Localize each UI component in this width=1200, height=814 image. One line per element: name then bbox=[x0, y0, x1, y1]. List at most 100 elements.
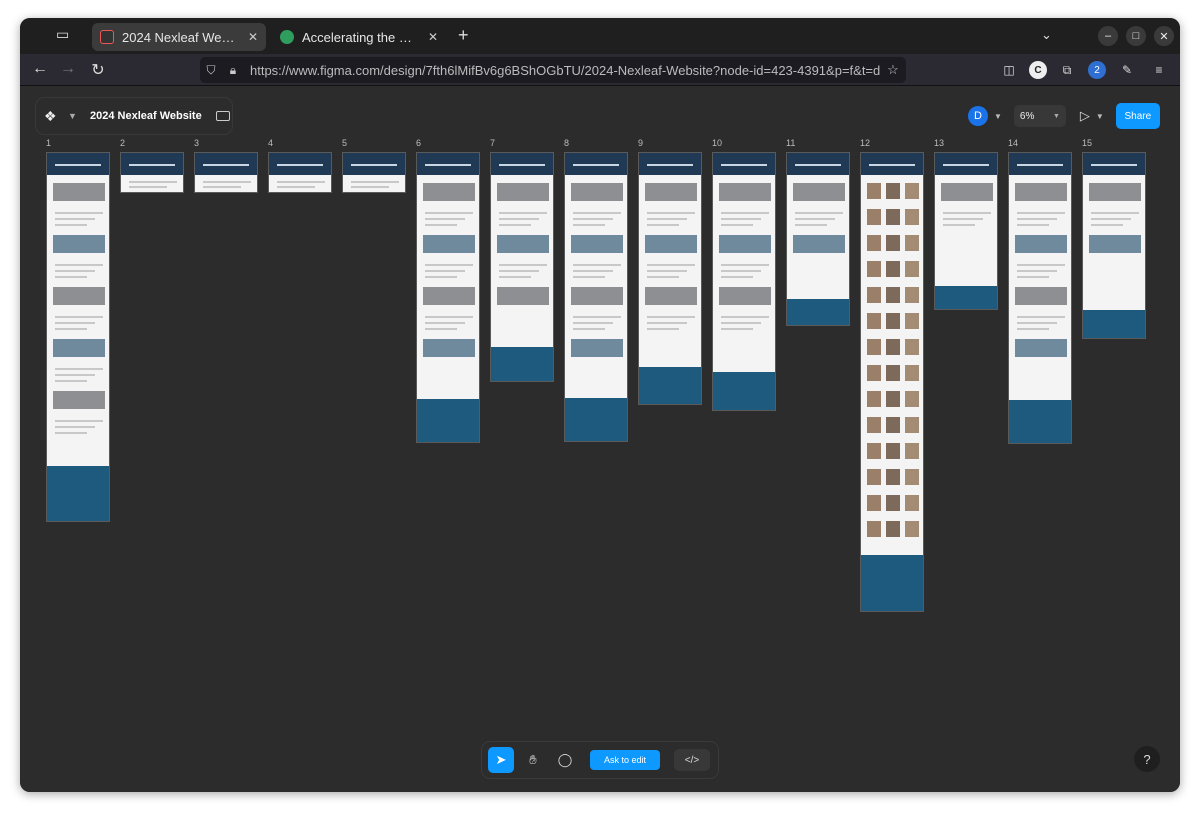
file-name[interactable]: 2024 Nexleaf Website bbox=[90, 110, 202, 122]
team-photo bbox=[905, 391, 919, 407]
zoom-dropdown[interactable]: 6% ▼ bbox=[1013, 105, 1066, 127]
frame-label[interactable]: 9 bbox=[638, 138, 643, 148]
frame-hero bbox=[1009, 153, 1071, 175]
frame-label[interactable]: 1 bbox=[46, 138, 51, 148]
frame-label[interactable]: 14 bbox=[1008, 138, 1018, 148]
forward-button[interactable]: → bbox=[58, 60, 78, 78]
frame-label[interactable]: 4 bbox=[268, 138, 273, 148]
chevron-down-icon[interactable]: ▼ bbox=[68, 111, 78, 121]
team-photo bbox=[867, 209, 881, 225]
pen-icon[interactable]: ✎ bbox=[1118, 61, 1136, 79]
frame-text-line bbox=[425, 264, 473, 266]
frame-text-line bbox=[721, 322, 761, 324]
share-button[interactable]: Share bbox=[1115, 103, 1160, 129]
extensions-puzzle-icon[interactable]: ⧉ bbox=[1058, 61, 1076, 79]
frame-thumbnail[interactable] bbox=[712, 152, 776, 411]
frame-text-line bbox=[721, 276, 753, 278]
frame-label[interactable]: 10 bbox=[712, 138, 722, 148]
figma-canvas[interactable]: ❖ ▼ 2024 Nexleaf Website D ▼ 6% ▼ ▷ ▼ Sh… bbox=[20, 86, 1180, 792]
shield-icon[interactable]: ⛉ bbox=[200, 63, 222, 78]
maximize-button[interactable]: □ bbox=[1126, 26, 1146, 46]
frame-text-line bbox=[55, 380, 87, 382]
frame-thumbnail[interactable] bbox=[934, 152, 998, 310]
url-text[interactable]: https://www.figma.com/design/7fth6lMifBv… bbox=[250, 63, 880, 78]
frame-text-line bbox=[1017, 328, 1049, 330]
frame-label[interactable]: 7 bbox=[490, 138, 495, 148]
frame-thumbnail[interactable] bbox=[638, 152, 702, 405]
frame-label[interactable]: 13 bbox=[934, 138, 944, 148]
frame-text-line bbox=[425, 316, 473, 318]
chevron-down-icon[interactable]: ▼ bbox=[994, 112, 1002, 121]
bookmark-star-icon[interactable]: ☆ bbox=[880, 62, 906, 78]
frame-footer bbox=[935, 286, 997, 309]
tab-title: 2024 Nexleaf Website – F bbox=[122, 29, 240, 45]
team-photo bbox=[886, 365, 900, 381]
tab-figma[interactable]: 2024 Nexleaf Website – F ✕ bbox=[92, 23, 266, 51]
frame-thumbnail[interactable] bbox=[860, 152, 924, 612]
close-tab-icon[interactable]: ✕ bbox=[248, 30, 258, 44]
frame-thumbnail[interactable] bbox=[1082, 152, 1146, 339]
frame-label[interactable]: 15 bbox=[1082, 138, 1092, 148]
team-photo bbox=[886, 391, 900, 407]
frame-thumbnail[interactable] bbox=[564, 152, 628, 442]
comment-tool-icon[interactable]: ◯ bbox=[552, 747, 578, 773]
ask-to-edit-button[interactable]: Ask to edit bbox=[590, 750, 660, 770]
frame-label[interactable]: 3 bbox=[194, 138, 199, 148]
frame-thumbnail[interactable] bbox=[194, 152, 258, 193]
figma-logo-icon[interactable]: ❖ bbox=[44, 108, 68, 125]
frame-thumbnail[interactable] bbox=[490, 152, 554, 382]
frame-text-line bbox=[943, 224, 975, 226]
extension-c-icon[interactable]: C bbox=[1029, 61, 1047, 79]
lock-icon[interactable]: 🔒︎ bbox=[222, 63, 244, 78]
tab-overview-icon[interactable]: ▭ bbox=[56, 26, 76, 46]
toggle-sidebar-icon[interactable] bbox=[215, 111, 230, 121]
frame-footer bbox=[47, 466, 109, 521]
frame-thumbnail[interactable] bbox=[268, 152, 332, 193]
frame-text-line bbox=[647, 270, 687, 272]
frame-thumbnail[interactable] bbox=[786, 152, 850, 326]
frame-thumbnail[interactable] bbox=[342, 152, 406, 193]
frame-label[interactable]: 12 bbox=[860, 138, 870, 148]
dev-mode-toggle[interactable]: </> bbox=[674, 749, 710, 771]
frame-label[interactable]: 2 bbox=[120, 138, 125, 148]
extension-badge-icon[interactable]: 2 bbox=[1088, 61, 1106, 79]
hand-tool-icon[interactable]: ✋︎ bbox=[520, 747, 546, 773]
reload-button[interactable]: ↻ bbox=[88, 60, 108, 80]
frame-text-line bbox=[499, 218, 539, 220]
frame-label[interactable]: 5 bbox=[342, 138, 347, 148]
close-tab-icon[interactable]: ✕ bbox=[428, 30, 438, 44]
frame-thumbnail[interactable] bbox=[46, 152, 110, 522]
help-button[interactable]: ? bbox=[1134, 746, 1160, 772]
tab-list-chevron-icon[interactable]: ⌄ bbox=[1041, 27, 1052, 43]
close-window-button[interactable]: ✕ bbox=[1154, 26, 1174, 46]
frame-image bbox=[941, 183, 993, 201]
browser-window: ▭ 2024 Nexleaf Website – F ✕ Acceleratin… bbox=[20, 18, 1180, 792]
team-photo bbox=[905, 183, 919, 199]
frame-thumbnail[interactable] bbox=[416, 152, 480, 443]
address-bar[interactable]: ⛉ 🔒︎ https://www.figma.com/design/7fth6l… bbox=[200, 57, 906, 83]
tab-accelerating[interactable]: Accelerating the Digital T ✕ bbox=[272, 23, 446, 51]
frame-text-line bbox=[277, 186, 315, 188]
frame-hero bbox=[713, 153, 775, 175]
frame-thumbnail[interactable] bbox=[1008, 152, 1072, 444]
frame-label[interactable]: 11 bbox=[786, 138, 795, 148]
minimize-button[interactable]: – bbox=[1098, 26, 1118, 46]
frame-label[interactable]: 6 bbox=[416, 138, 421, 148]
back-button[interactable]: ← bbox=[30, 60, 50, 78]
avatar[interactable]: D bbox=[968, 106, 988, 126]
move-tool-cursor-icon[interactable]: ➤ bbox=[488, 747, 514, 773]
new-tab-button[interactable]: + bbox=[458, 25, 469, 46]
frame-label[interactable]: 8 bbox=[564, 138, 569, 148]
team-photo bbox=[905, 495, 919, 511]
frame-thumbnail[interactable] bbox=[120, 152, 184, 193]
pocket-icon[interactable]: ◫ bbox=[1000, 61, 1018, 79]
team-photo bbox=[867, 261, 881, 277]
menu-icon[interactable]: ≡ bbox=[1150, 61, 1168, 79]
frame-text-line bbox=[129, 181, 177, 183]
frame-image bbox=[645, 235, 697, 253]
present-play-icon[interactable]: ▷ bbox=[1080, 108, 1090, 124]
frame-text-line bbox=[1091, 218, 1131, 220]
frame-text-line bbox=[647, 218, 687, 220]
chevron-down-icon[interactable]: ▼ bbox=[1096, 112, 1104, 121]
team-photo bbox=[886, 339, 900, 355]
